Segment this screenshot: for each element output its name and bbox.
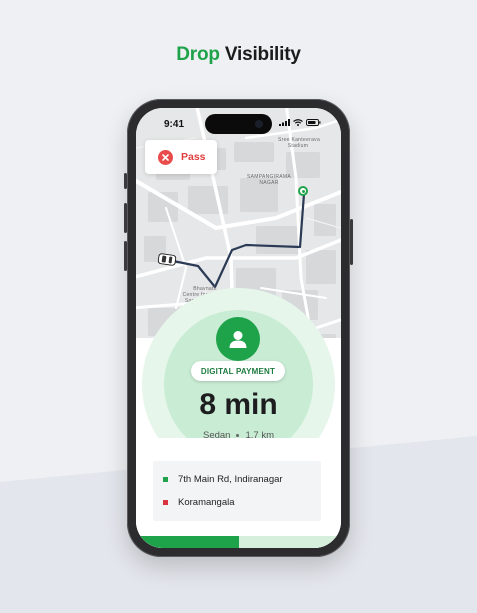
mute-switch <box>124 173 127 189</box>
drop-row: Koramangala <box>163 497 235 508</box>
pickup-row: 7th Main Rd, Indiranagar <box>163 474 283 485</box>
trip-meta: Sedan 1.7 km <box>136 430 341 441</box>
user-icon <box>229 331 247 348</box>
accept-progress-fill <box>136 536 239 548</box>
pickup-address: 7th Main Rd, Indiranagar <box>178 474 283 485</box>
vehicle-type: Sedan <box>203 430 231 441</box>
drop-marker-icon <box>163 500 168 505</box>
phone-frame: SAMPANGIRAMA NAGAR Sree Kanteerava Stadi… <box>124 99 353 557</box>
separator-dot <box>236 433 240 437</box>
trip-sheet <box>136 108 341 548</box>
payment-badge: DIGITAL PAYMENT <box>191 361 285 381</box>
volume-up-button <box>124 203 127 233</box>
power-button <box>350 219 353 265</box>
volume-down-button <box>124 241 127 271</box>
eta-value: 8 min <box>199 388 278 421</box>
route-card: 7th Main Rd, Indiranagar Koramangala <box>153 461 321 521</box>
pickup-marker-icon <box>163 477 168 482</box>
phone-screen: SAMPANGIRAMA NAGAR Sree Kanteerava Stadi… <box>136 108 341 548</box>
headline-accent: Drop <box>176 44 220 65</box>
headline-rest: Visibility <box>224 44 301 65</box>
drop-address: Koramangala <box>178 497 235 508</box>
accept-progress-bar[interactable] <box>136 536 341 548</box>
page-headline: Drop Visibility <box>0 44 477 66</box>
avatar <box>216 317 260 361</box>
trip-distance: 1.7 km <box>245 430 274 441</box>
